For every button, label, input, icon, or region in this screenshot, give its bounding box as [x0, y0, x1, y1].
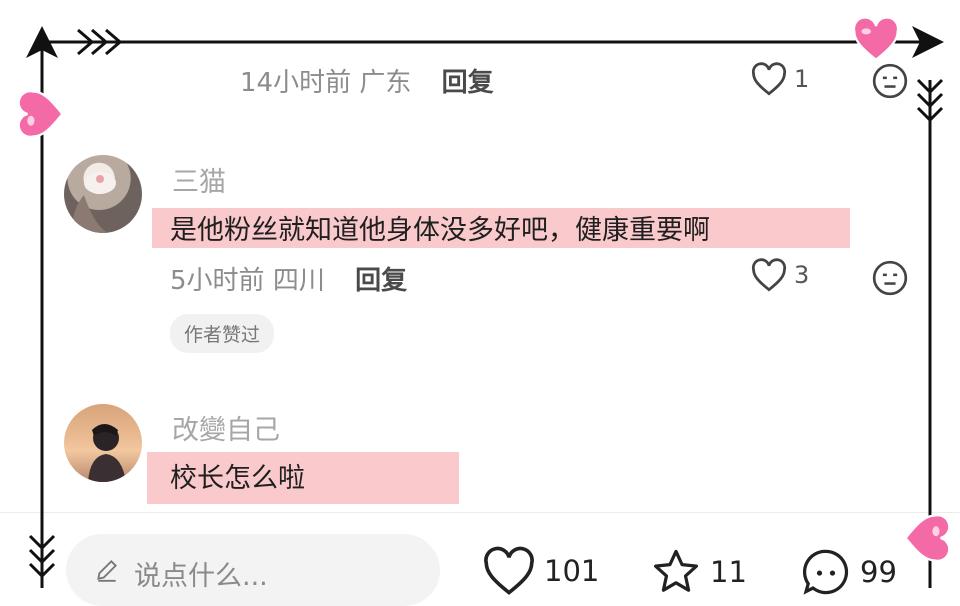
avatar-image — [73, 172, 116, 233]
post-star-count: 11 — [710, 555, 747, 589]
comment-text: 是他粉丝就知道他身体没多好吧，健康重要啊 — [170, 215, 710, 246]
comment-2-like-button[interactable]: 3 — [750, 258, 809, 292]
username[interactable]: 三猫 — [172, 160, 226, 199]
pink-heart-sticker-icon — [852, 16, 900, 61]
comment-2-like-count: 3 — [794, 261, 810, 289]
comment-1-reply-button[interactable]: 回复 — [442, 68, 494, 98]
author-liked-badge: 作者赞过 — [170, 314, 275, 353]
post-star-button[interactable]: 11 — [648, 546, 747, 598]
chat-bubble-icon — [803, 549, 849, 595]
comment-2-reply-button[interactable]: 回复 — [355, 266, 407, 296]
comment-1-like-button[interactable]: 1 — [750, 62, 809, 96]
post-comment-button[interactable]: 99 — [798, 546, 897, 598]
username[interactable]: 改變自己 — [172, 408, 280, 447]
bottom-bar-divider — [0, 512, 960, 513]
comment-2-location: 四川 — [272, 266, 325, 296]
post-comment-count: 99 — [860, 555, 897, 589]
comment-text: 校长怎么啦 — [170, 463, 305, 494]
pink-heart-sticker-icon — [17, 90, 64, 138]
post-like-button[interactable]: 101 — [480, 546, 599, 596]
star-outline-icon — [654, 549, 698, 592]
avatar[interactable] — [64, 155, 142, 233]
comment-2-time: 5小时前 — [170, 266, 265, 296]
avatar-image — [88, 424, 126, 482]
comment-1-location: 广东 — [359, 68, 412, 98]
neutral-face-icon[interactable] — [871, 259, 909, 297]
comment-input-placeholder: 说点什么... — [134, 561, 268, 592]
pencil-icon — [97, 560, 117, 582]
heart-outline-icon — [484, 546, 534, 595]
comment-2-meta: 5小时前 四川 回复 — [170, 260, 407, 297]
pink-heart-sticker-icon — [904, 514, 951, 562]
comment-1-meta: 14小时前 广东 回复 — [240, 62, 494, 99]
comment-input[interactable]: 说点什么... — [66, 534, 440, 606]
avatar[interactable] — [64, 404, 142, 482]
neutral-face-icon[interactable] — [871, 62, 909, 100]
heart-outline-icon — [751, 62, 787, 96]
heart-outline-icon — [751, 258, 787, 292]
comment-1-time: 14小时前 — [240, 68, 352, 98]
post-like-count: 101 — [544, 554, 600, 588]
comment-1-like-count: 1 — [794, 65, 810, 93]
